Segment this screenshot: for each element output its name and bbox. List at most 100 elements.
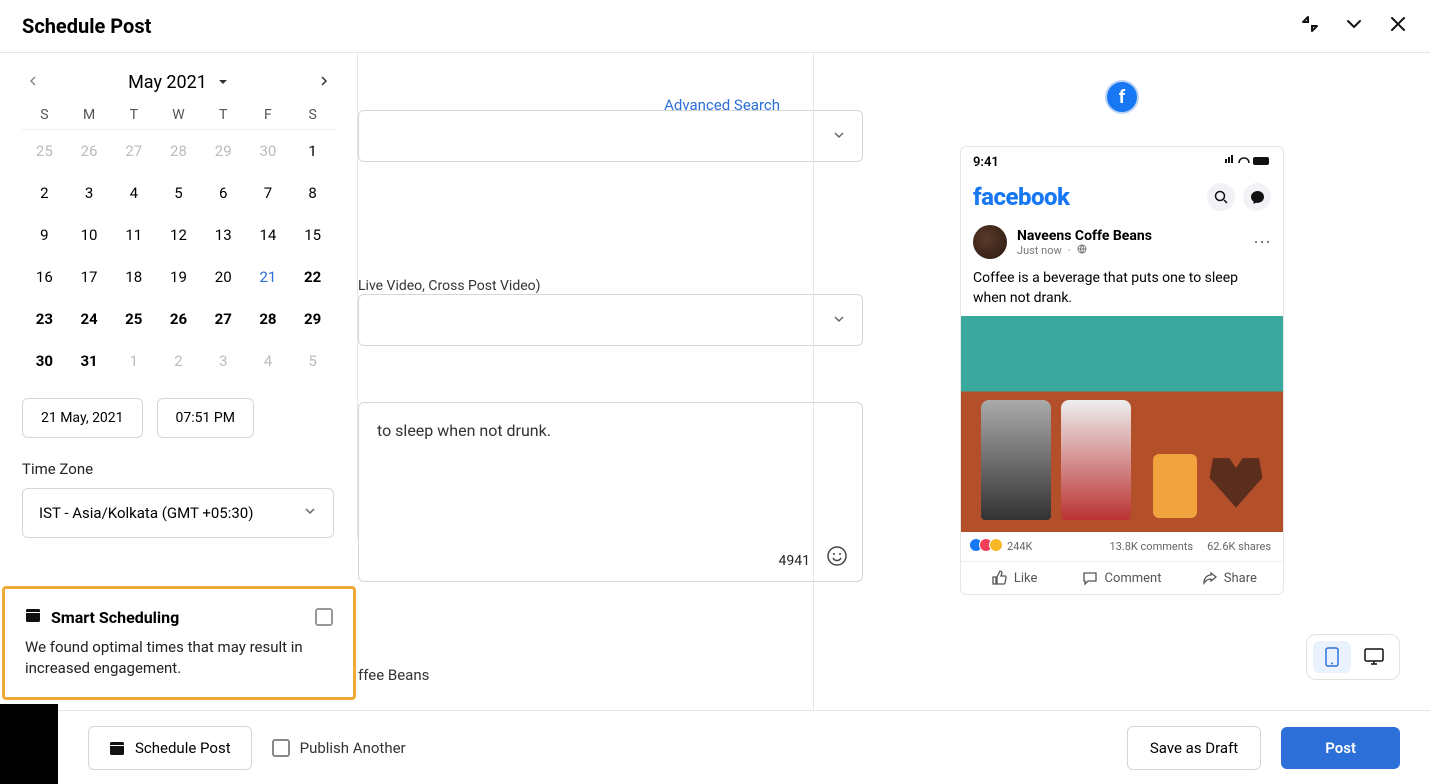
- avatar: [973, 225, 1007, 259]
- smart-scheduling-title: Smart Scheduling: [51, 608, 179, 627]
- schedule-post-label: Schedule Post: [135, 739, 231, 757]
- mobile-view-button[interactable]: [1313, 641, 1351, 673]
- smart-scheduling-desc: We found optimal times that may result i…: [25, 637, 333, 679]
- calendar-day: 1: [111, 340, 156, 382]
- calendar-day[interactable]: 6: [201, 172, 246, 214]
- facebook-logo: facebook: [973, 183, 1070, 211]
- calendar-day: 2: [156, 340, 201, 382]
- calendar-day[interactable]: 21: [246, 256, 291, 298]
- calendar-day: 29: [201, 130, 246, 172]
- calendar-day[interactable]: 12: [156, 214, 201, 256]
- like-button[interactable]: Like: [961, 562, 1068, 594]
- share-button[interactable]: Share: [1176, 562, 1283, 594]
- calendar-month-label[interactable]: May 2021: [128, 72, 207, 93]
- dow-cell: T: [111, 107, 156, 123]
- mobile-preview: 9:41 facebook Naveens Coffe Beans Just n…: [960, 146, 1284, 595]
- share-label: Share: [1224, 571, 1257, 586]
- comment-count: 13.8K comments: [1109, 540, 1193, 553]
- calendar-day[interactable]: 4: [111, 172, 156, 214]
- comment-button[interactable]: Comment: [1068, 562, 1175, 594]
- dow-cell: T: [201, 107, 246, 123]
- calendar-day: 25: [22, 130, 67, 172]
- calendar-day[interactable]: 22: [290, 256, 335, 298]
- attached-image-label: ffee Beans: [358, 666, 429, 684]
- calendar-day[interactable]: 28: [246, 298, 291, 340]
- publish-another-checkbox[interactable]: Publish Another: [272, 739, 406, 757]
- status-icons: [1225, 155, 1271, 171]
- calendar-icon: [109, 740, 125, 756]
- calendar-day[interactable]: 2: [22, 172, 67, 214]
- dropdown-icon[interactable]: [217, 73, 229, 92]
- calendar-day[interactable]: 7: [246, 172, 291, 214]
- select-field-1[interactable]: [358, 110, 863, 162]
- messenger-icon[interactable]: [1243, 183, 1271, 211]
- calendar-day[interactable]: 18: [111, 256, 156, 298]
- calendar-day[interactable]: 24: [67, 298, 112, 340]
- page-title: Schedule Post: [22, 14, 151, 38]
- video-types-note: Live Video, Cross Post Video): [358, 278, 541, 294]
- dow-cell: M: [67, 107, 112, 123]
- calendar-day: 30: [246, 130, 291, 172]
- post-image: [961, 316, 1283, 532]
- calendar-day[interactable]: 10: [67, 214, 112, 256]
- selected-time-field[interactable]: 07:51 PM: [157, 398, 254, 438]
- calendar-day[interactable]: 29: [290, 298, 335, 340]
- post-message-textarea[interactable]: to sleep when not drunk. 4941: [358, 402, 863, 582]
- save-draft-button[interactable]: Save as Draft: [1127, 726, 1261, 770]
- prev-month-icon[interactable]: [26, 73, 40, 92]
- globe-icon: [1077, 244, 1087, 257]
- calendar-day[interactable]: 1: [290, 130, 335, 172]
- post-button[interactable]: Post: [1281, 727, 1400, 769]
- smart-scheduling-checkbox[interactable]: [315, 608, 333, 626]
- calendar-icon: [25, 607, 41, 627]
- timezone-select[interactable]: IST - Asia/Kolkata (GMT +05:30): [22, 488, 334, 538]
- calendar-day[interactable]: 8: [290, 172, 335, 214]
- dow-cell: W: [156, 107, 201, 123]
- calendar-day[interactable]: 31: [67, 340, 112, 382]
- post-timestamp: Just now: [1017, 244, 1062, 257]
- calendar-day[interactable]: 14: [246, 214, 291, 256]
- select-field-2[interactable]: [358, 294, 863, 346]
- timezone-value: IST - Asia/Kolkata (GMT +05:30): [39, 504, 253, 522]
- timezone-label: Time Zone: [22, 460, 335, 478]
- search-icon[interactable]: [1207, 183, 1235, 211]
- calendar-day[interactable]: 3: [67, 172, 112, 214]
- calendar-day[interactable]: 5: [156, 172, 201, 214]
- calendar-day[interactable]: 15: [290, 214, 335, 256]
- facebook-badge-icon: f: [1105, 80, 1139, 114]
- status-time: 9:41: [973, 155, 999, 171]
- next-month-icon[interactable]: [317, 73, 331, 92]
- calendar-day: 5: [290, 340, 335, 382]
- calendar-day[interactable]: 16: [22, 256, 67, 298]
- dow-cell: F: [246, 107, 291, 123]
- calendar-day[interactable]: 13: [201, 214, 246, 256]
- dow-cell: S: [290, 107, 335, 123]
- post-body-text: Coffee is a beverage that puts one to sl…: [961, 265, 1283, 316]
- desktop-view-button[interactable]: [1355, 641, 1393, 673]
- calendar-popover: May 2021 SMTWTFS 25262728293012345678910…: [0, 54, 358, 538]
- device-toggle: [1306, 634, 1400, 680]
- smart-scheduling-card: Smart Scheduling We found optimal times …: [2, 586, 356, 700]
- minimize-icon[interactable]: [1300, 14, 1320, 38]
- calendar-day[interactable]: 25: [111, 298, 156, 340]
- comment-label: Comment: [1104, 571, 1161, 586]
- calendar-day[interactable]: 30: [22, 340, 67, 382]
- like-count: 244K: [1007, 540, 1032, 553]
- calendar-day[interactable]: 20: [201, 256, 246, 298]
- collapse-icon[interactable]: [1344, 14, 1364, 38]
- calendar-day[interactable]: 26: [156, 298, 201, 340]
- preview-pane: f 9:41 facebook Naveens Coffe Beans Just…: [813, 54, 1430, 710]
- post-menu-icon[interactable]: ⋯: [1253, 232, 1271, 253]
- close-icon[interactable]: [1388, 14, 1408, 38]
- calendar-day[interactable]: 9: [22, 214, 67, 256]
- calendar-day[interactable]: 11: [111, 214, 156, 256]
- calendar-day[interactable]: 27: [201, 298, 246, 340]
- dow-cell: S: [22, 107, 67, 123]
- char-counter: 4941: [779, 553, 810, 569]
- schedule-post-button[interactable]: Schedule Post: [88, 726, 252, 770]
- calendar-day[interactable]: 19: [156, 256, 201, 298]
- calendar-day[interactable]: 17: [67, 256, 112, 298]
- calendar-day[interactable]: 23: [22, 298, 67, 340]
- publish-another-label: Publish Another: [300, 739, 406, 757]
- selected-date-field[interactable]: 21 May, 2021: [22, 398, 143, 438]
